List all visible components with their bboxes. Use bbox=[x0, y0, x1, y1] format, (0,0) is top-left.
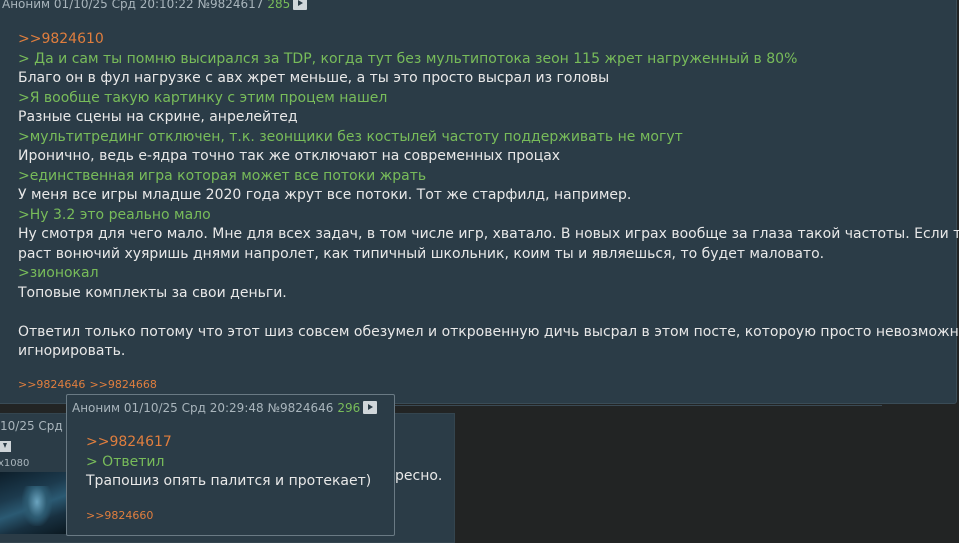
download-icon[interactable] bbox=[0, 441, 11, 452]
partial-post-datetime: 10/25 Срд bbox=[0, 419, 63, 433]
post-author: Аноним bbox=[72, 401, 121, 415]
text-line: Ну смотря для чего мало. Мне для всех за… bbox=[18, 226, 959, 242]
post-datetime: 01/10/25 Срд 20:10:22 bbox=[53, 0, 194, 11]
quote-line: >единственная игра которая может все пот… bbox=[18, 167, 427, 184]
post-details: Аноним 01/10/25 Срд 20:10:22 №9824617 285 bbox=[2, 0, 308, 11]
quote-line: >мультитрединг отключен, т.к. зеонщики б… bbox=[18, 128, 683, 145]
post-number[interactable]: №9824617 bbox=[197, 0, 263, 11]
quote-line: > Ответил bbox=[86, 453, 165, 470]
partial-post-text: ресно. bbox=[395, 468, 443, 484]
post-divider bbox=[395, 405, 882, 406]
popup-post-body: >>9824617 > Ответил Трапошиз опять палится… bbox=[86, 433, 371, 492]
post-author: Аноним bbox=[2, 0, 51, 11]
text-line: Иронично, ведь е-ядра точно так же отклю… bbox=[18, 148, 561, 164]
popup-post-details: Аноним 01/10/25 Срд 20:29:48 №9824646 296 bbox=[72, 401, 378, 415]
reply-link[interactable]: >>9824610 bbox=[18, 30, 959, 50]
post-counter: 285 bbox=[267, 0, 291, 11]
post-datetime: 01/10/25 Срд 20:29:48 bbox=[123, 401, 264, 415]
reply-link[interactable]: >>9824617 bbox=[86, 433, 371, 453]
quote-line: >Ну 3.2 это реально мало bbox=[18, 206, 211, 223]
text-line: Трапошиз опять палится и протекает) bbox=[86, 473, 372, 489]
text-line bbox=[18, 303, 959, 323]
quote-line: > Да и сам ты помню высирался за TDP, ко… bbox=[18, 50, 798, 67]
text-line: Благо он в фул нагрузке с авх жрет меньш… bbox=[18, 70, 610, 86]
quote-line: >зионокал bbox=[18, 265, 99, 281]
quote-line: >Я вообще такую картинку с этим процем н… bbox=[18, 89, 388, 106]
popup-post-replies: >>9824660 bbox=[86, 509, 157, 522]
text-line: У меня все игры младше 2020 года жрут вс… bbox=[18, 187, 632, 203]
text-line: Разные сцены на скрине, анрелейтед bbox=[18, 109, 298, 125]
post-replies: >>9824646 >>9824668 bbox=[18, 378, 161, 391]
post-body: >>9824610 > Да и сам ты помню высирался з… bbox=[18, 30, 959, 362]
image-resolution: x1080 bbox=[0, 458, 30, 469]
text-line: Ответил только потому что этот шиз совсе… bbox=[18, 323, 959, 340]
post-image-thumbnail[interactable] bbox=[0, 472, 66, 534]
reply-ref-link[interactable]: >>9824668 bbox=[89, 378, 156, 391]
text-line: Топовые комплекты за свои деньги. bbox=[18, 284, 287, 301]
post-number[interactable]: №9824646 bbox=[267, 401, 333, 415]
play-icon[interactable] bbox=[293, 0, 308, 10]
play-icon[interactable] bbox=[363, 401, 378, 414]
reply-ref-link[interactable]: >>9824660 bbox=[86, 509, 153, 522]
post-counter: 296 bbox=[337, 401, 361, 415]
text-line: раст вонючий хуяришь днями напролет, как… bbox=[18, 245, 825, 262]
text-line: игнорировать. bbox=[18, 343, 126, 359]
reply-ref-link[interactable]: >>9824646 bbox=[18, 378, 85, 391]
